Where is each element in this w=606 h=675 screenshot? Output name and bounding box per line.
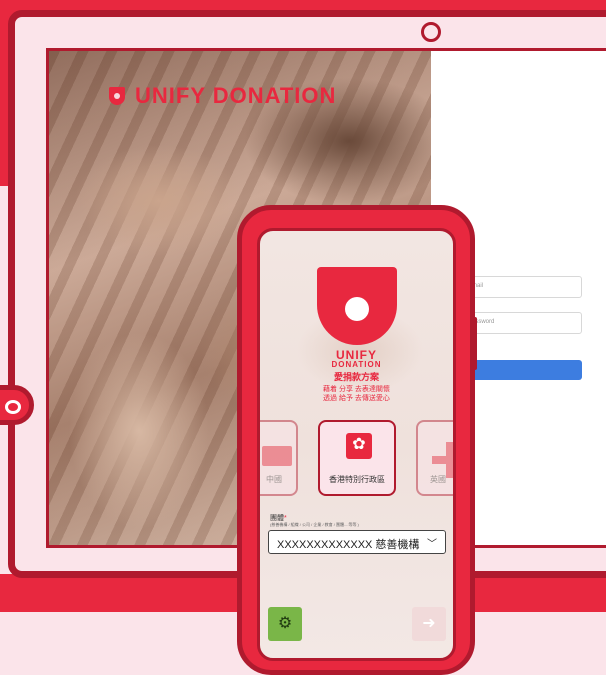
organization-select[interactable]: XXXXXXXXXXXXX 慈善機構 ﹀ <box>268 530 446 554</box>
region-card-hong-kong[interactable]: 香港特別行政區 <box>318 420 396 496</box>
tagline-give: 透過 給予 去傳送愛心 <box>323 395 390 402</box>
hong-kong-flag-icon <box>346 433 372 459</box>
region-label: 香港特別行政區 <box>329 475 385 484</box>
brand-donation: DONATION <box>331 360 382 369</box>
arrow-right-icon: ➜ <box>422 615 436 632</box>
organization-hint: (慈善機構 / 組織 / 公司 / 企業 / 教會 / 團體....等等 ) <box>270 522 359 527</box>
login-button[interactable] <box>462 360 582 380</box>
next-button[interactable]: ➜ <box>412 607 446 641</box>
gear-icon: ⚙ <box>277 615 293 632</box>
password-field[interactable]: Password <box>462 312 582 334</box>
region-card-uk[interactable]: 英國 <box>416 420 453 496</box>
brand-chinese: 愛捐款方案 <box>333 372 379 382</box>
desktop-logo: UNIFY DONATION <box>109 83 336 109</box>
chevron-down-icon: ﹀ <box>427 539 437 550</box>
camera-icon <box>421 22 441 42</box>
region-label: 中國 <box>266 475 282 484</box>
plus-cross-icon <box>446 442 453 478</box>
email-field[interactable]: Email <box>462 276 582 298</box>
china-flag-icon <box>262 446 292 466</box>
region-label: 英國 <box>430 475 446 484</box>
phone-screen: UNIFY DONATION 愛捐款方案 藉着 分享 去表達關懷 透過 給予 去… <box>257 228 456 661</box>
shield-logo-icon <box>109 87 125 105</box>
logo-text: UNIFY DONATION <box>135 83 337 108</box>
phone-side-button <box>471 317 477 370</box>
settings-button[interactable]: ⚙ <box>268 607 302 641</box>
shield-logo-icon <box>317 267 397 345</box>
region-card-china[interactable]: 中國 <box>260 420 298 496</box>
selected-organization: XXXXXXXXXXXXX 慈善機構 <box>277 539 420 551</box>
